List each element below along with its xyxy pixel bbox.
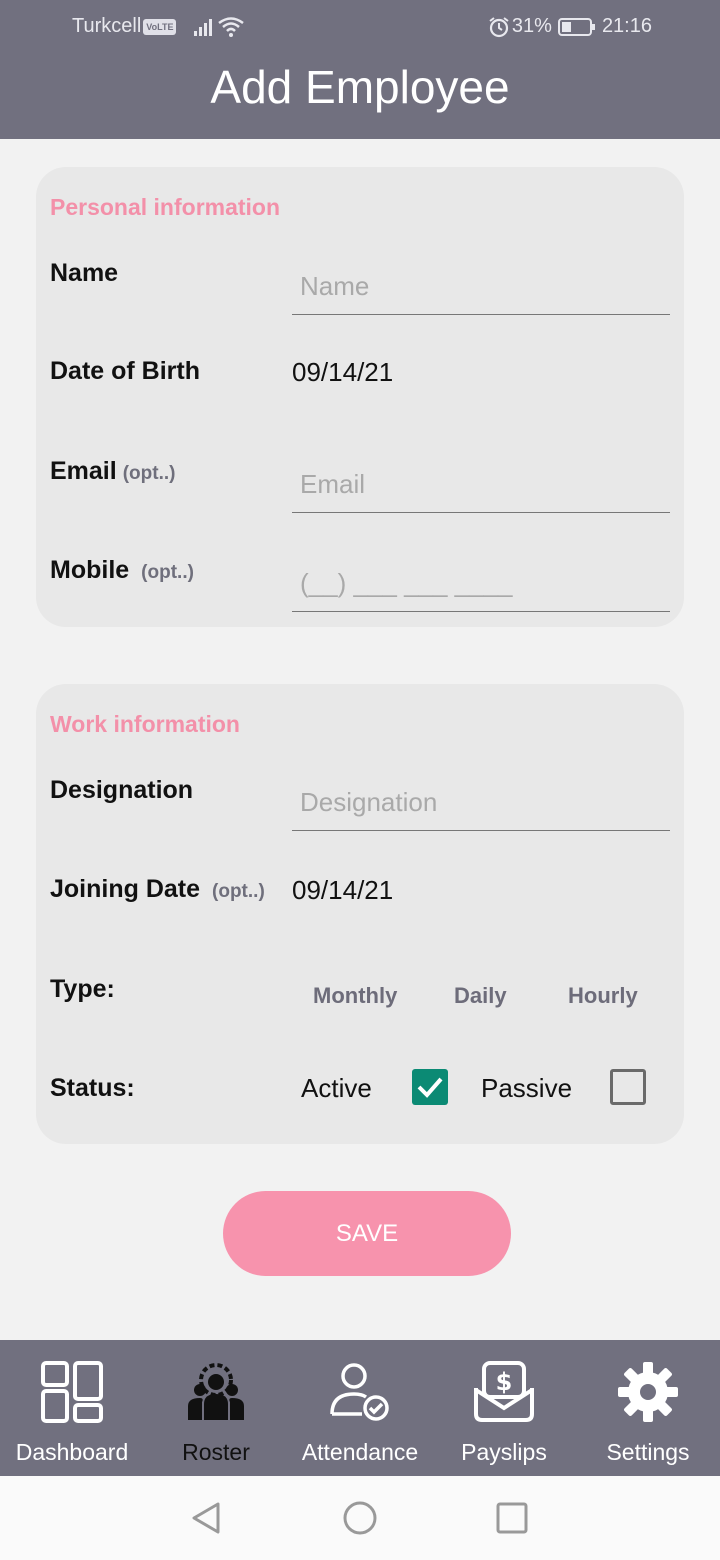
page-title: Add Employee bbox=[210, 61, 510, 113]
dashboard-grid-icon bbox=[41, 1361, 103, 1423]
recents-square-icon[interactable] bbox=[494, 1500, 530, 1536]
roster-team-icon bbox=[188, 1363, 244, 1420]
nav-label-roster: Roster bbox=[182, 1439, 250, 1465]
nav-label-attendance: Attendance bbox=[301, 1439, 419, 1465]
joining-date-picker[interactable]: 09/14/21 bbox=[292, 875, 393, 906]
clock: 21:16 bbox=[601, 15, 652, 37]
type-option-daily[interactable]: Daily bbox=[454, 983, 507, 1009]
mobile-label: Mobile (opt..) bbox=[50, 556, 194, 585]
dob-label: Date of Birth bbox=[50, 357, 200, 385]
name-field[interactable] bbox=[292, 259, 670, 315]
nav-item-attendance[interactable]: Attendance bbox=[288, 1340, 432, 1476]
nav-label-dashboard: Dashboard bbox=[15, 1439, 129, 1465]
work-info-card: Work information Designation Joining Dat… bbox=[36, 684, 684, 1144]
email-label-text: Email bbox=[50, 457, 117, 485]
personal-info-title: Personal information bbox=[50, 194, 281, 220]
battery-icon bbox=[557, 17, 595, 36]
app-header: Turkcell VoLTE 31% 21:16 Add Employee bbox=[0, 0, 720, 139]
nav-item-roster[interactable]: Roster bbox=[144, 1340, 288, 1476]
back-triangle-icon[interactable] bbox=[188, 1500, 224, 1536]
nav-item-dashboard[interactable]: Dashboard bbox=[0, 1340, 144, 1476]
settings-gear-icon bbox=[618, 1362, 678, 1422]
volte-badge: VoLTE bbox=[143, 18, 177, 35]
nav-item-settings[interactable]: Settings bbox=[576, 1340, 720, 1476]
email-field[interactable] bbox=[292, 457, 670, 513]
mobile-optional-hint: (opt..) bbox=[141, 562, 194, 583]
checkmark-icon bbox=[417, 1077, 443, 1098]
home-circle-icon[interactable] bbox=[342, 1500, 378, 1536]
status-label: Status: bbox=[50, 1074, 135, 1102]
passive-checkbox[interactable] bbox=[610, 1069, 646, 1105]
alarm-icon bbox=[489, 16, 509, 37]
wifi-icon bbox=[218, 16, 245, 37]
status-bar-right: 31% 21:16 bbox=[488, 15, 652, 38]
battery-percent: 31% bbox=[511, 15, 552, 37]
type-label: Type: bbox=[50, 975, 115, 1003]
status-active-label: Active bbox=[301, 1073, 372, 1103]
status-bar-left: Turkcell VoLTE bbox=[72, 15, 245, 38]
nav-item-payslips[interactable]: $ Payslips bbox=[432, 1340, 576, 1476]
system-nav-bar bbox=[0, 1476, 720, 1560]
mobile-field[interactable] bbox=[292, 556, 670, 612]
payslips-envelope-dollar-icon: $ bbox=[474, 1361, 534, 1422]
type-option-monthly[interactable]: Monthly bbox=[313, 983, 397, 1009]
attendance-user-check-icon bbox=[330, 1363, 389, 1421]
dob-date-picker[interactable]: 09/14/21 bbox=[292, 357, 393, 388]
nav-label-settings: Settings bbox=[606, 1439, 690, 1465]
designation-field[interactable] bbox=[292, 775, 670, 831]
status-passive-label: Passive bbox=[481, 1073, 573, 1103]
mobile-label-text: Mobile bbox=[50, 556, 130, 584]
email-label: Email (opt..) bbox=[50, 457, 175, 486]
name-label: Name bbox=[50, 259, 119, 287]
signal-icon bbox=[194, 18, 213, 36]
work-info-title: Work information bbox=[50, 711, 240, 737]
nav-label-payslips: Payslips bbox=[461, 1439, 547, 1465]
bottom-nav: Dashboard Roster Attendance $ Payslips S… bbox=[0, 1340, 720, 1476]
svg-text:$: $ bbox=[496, 1368, 513, 1396]
email-optional-hint: (opt..) bbox=[122, 463, 176, 484]
designation-label: Designation bbox=[50, 776, 194, 804]
type-option-hourly[interactable]: Hourly bbox=[568, 983, 638, 1009]
save-button[interactable]: SAVE bbox=[223, 1191, 511, 1276]
joining-date-label-text: Joining Date bbox=[50, 875, 201, 903]
active-checkbox[interactable] bbox=[412, 1069, 448, 1105]
carrier-name: Turkcell bbox=[72, 15, 142, 37]
joining-date-label: Joining Date (opt..) bbox=[50, 875, 265, 904]
joining-optional-hint: (opt..) bbox=[212, 881, 265, 902]
personal-info-card: Personal information Name Date of Birth … bbox=[36, 167, 684, 627]
